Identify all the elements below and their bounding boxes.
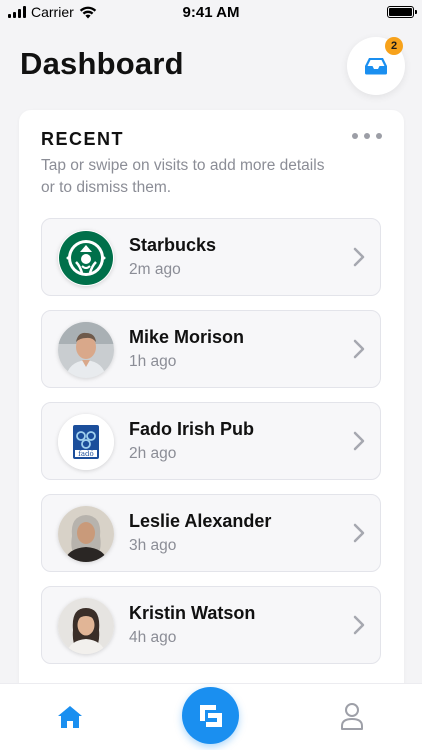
- page-title: Dashboard: [20, 46, 184, 81]
- carrier-label: Carrier: [31, 4, 74, 20]
- avatar: [58, 506, 114, 562]
- visit-item-kristin-watson[interactable]: Kristin Watson 4h ago: [41, 586, 381, 664]
- avatar: [58, 598, 114, 654]
- visit-time: 3h ago: [129, 537, 177, 554]
- visit-name: Mike Morison: [129, 327, 245, 347]
- more-options-button[interactable]: [352, 130, 382, 142]
- visit-time: 2m ago: [129, 261, 181, 278]
- battery-icon: [387, 6, 417, 18]
- chevron-right-icon: [353, 339, 365, 359]
- visit-name: Kristin Watson: [129, 603, 256, 623]
- visit-time: 4h ago: [129, 629, 177, 646]
- notification-badge: 2: [385, 37, 403, 55]
- visit-item-starbucks[interactable]: Starbucks 2m ago: [41, 218, 381, 296]
- recent-subtitle: Tap or swipe on visits to add more detai…: [41, 157, 325, 196]
- starbucks-logo-icon: [58, 230, 114, 286]
- chevron-right-icon: [353, 431, 365, 451]
- status-left: Carrier: [8, 4, 97, 20]
- visit-time: 1h ago: [129, 353, 177, 370]
- status-time: 9:41 AM: [182, 3, 240, 21]
- inbox-button[interactable]: 2: [347, 37, 405, 95]
- svg-text:fadó: fadó: [78, 450, 93, 458]
- visit-name: Starbucks: [129, 235, 217, 255]
- visit-name: Leslie Alexander: [129, 511, 272, 531]
- tab-bar: [0, 683, 422, 750]
- wifi-icon: [79, 6, 96, 18]
- recent-card: RECENT Tap or swipe on visits to add mor…: [19, 110, 404, 710]
- home-icon[interactable]: [56, 704, 84, 730]
- more-dot-icon: [352, 133, 358, 139]
- fado-logo-icon: fadó: [58, 414, 114, 470]
- chevron-right-icon: [353, 247, 365, 267]
- checkin-icon: [199, 704, 222, 727]
- profile-icon[interactable]: [340, 702, 364, 730]
- visit-list: Starbucks 2m ago Mike Morison 1h ago fad…: [41, 218, 381, 678]
- visit-time: 2h ago: [129, 445, 177, 462]
- inbox-tray-icon: [365, 58, 387, 75]
- visit-item-leslie-alexander[interactable]: Leslie Alexander 3h ago: [41, 494, 381, 572]
- avatar: [58, 322, 114, 378]
- visit-name: Fado Irish Pub: [129, 419, 255, 439]
- more-dot-icon: [376, 133, 382, 139]
- more-dot-icon: [364, 133, 370, 139]
- status-bar: Carrier 9:41 AM: [0, 0, 422, 24]
- visit-item-fado-irish-pub[interactable]: fadó Fado Irish Pub 2h ago: [41, 402, 381, 480]
- visit-item-mike-morison[interactable]: Mike Morison 1h ago: [41, 310, 381, 388]
- chevron-right-icon: [353, 523, 365, 543]
- recent-title: RECENT: [41, 129, 125, 149]
- chevron-right-icon: [353, 615, 365, 635]
- signal-icon: [8, 6, 26, 18]
- checkin-button[interactable]: [182, 687, 239, 744]
